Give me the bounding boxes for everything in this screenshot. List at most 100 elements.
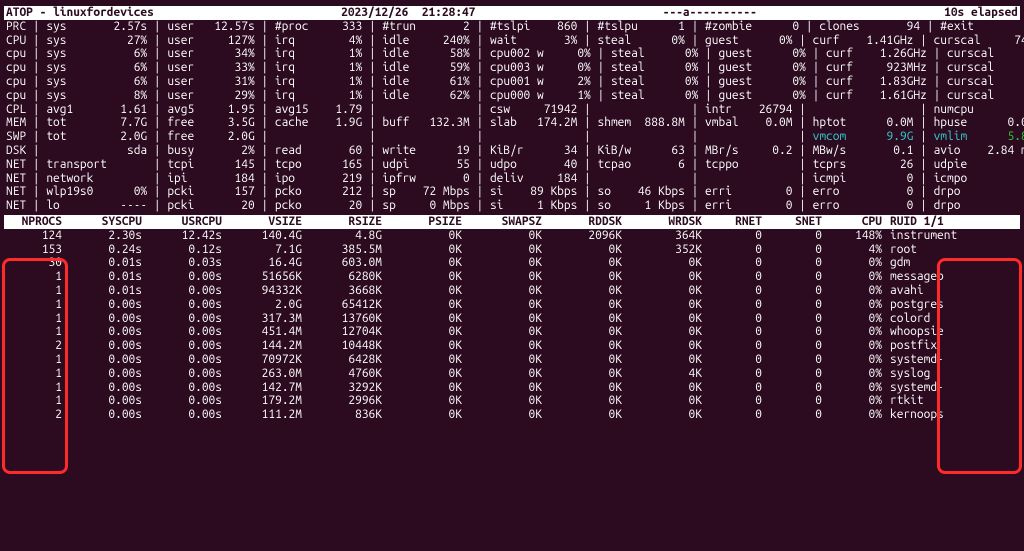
cell: 0% xyxy=(822,284,882,298)
process-table-body: 1242.30s12.42s140.4G4.8G0K0K2096K364K001… xyxy=(4,229,1020,422)
cell: 0.00s xyxy=(62,312,142,326)
cell: postgres xyxy=(882,298,972,312)
column-header[interactable]: PSIZE xyxy=(382,215,462,229)
row-tag: DSK | xyxy=(6,144,46,158)
metric-value: 8% xyxy=(107,89,147,103)
column-header[interactable]: CPU xyxy=(822,215,882,229)
metric-label: KiB/r xyxy=(490,144,530,158)
column-header[interactable]: WRDSK xyxy=(622,215,702,229)
column-header[interactable]: SWAPSZ xyxy=(462,215,542,229)
process-row[interactable]: 20.00s0.00s111.2M836K0K0K0K0K000%kernoop… xyxy=(8,408,1016,422)
process-row[interactable]: 1530.24s0.12s7.1G385.5M0K0K0K352K004%roo… xyxy=(8,243,1016,257)
cell: 0K xyxy=(462,339,542,353)
cell: 0 xyxy=(762,243,822,257)
cell: 0K xyxy=(542,381,622,395)
metric-label: user xyxy=(167,34,207,48)
process-row[interactable]: 10.00s0.00s70972K6428K0K0K0K0K000%system… xyxy=(8,353,1016,367)
process-row[interactable]: 10.00s0.00s179.2M2996K0K0K0K0K000%rtkit xyxy=(8,394,1016,408)
metric-label: erro xyxy=(813,199,860,213)
metric-label: steal xyxy=(598,34,638,48)
column-header[interactable]: USRCPU xyxy=(142,215,222,229)
metric-value: 0% xyxy=(759,75,806,89)
row-tag: NET | xyxy=(6,158,46,172)
metric-value: 24 xyxy=(987,20,1024,34)
metric-value: 923MHz xyxy=(873,61,927,75)
metric-label: idle xyxy=(382,75,422,89)
process-row[interactable]: 10.00s0.00s263.0M4760K0K0K0K4K000%syslog xyxy=(8,367,1016,381)
column-header[interactable]: SYSCPU xyxy=(62,215,142,229)
metric-value: 212 xyxy=(315,185,362,199)
cell: 0K xyxy=(622,339,702,353)
column-header[interactable]: RSIZE xyxy=(302,215,382,229)
metric-value: 0 xyxy=(745,199,792,213)
metric-value: 20 xyxy=(208,199,255,213)
cell: 0K xyxy=(382,256,462,270)
row-tag: NET | xyxy=(6,172,46,186)
cell: 51656K xyxy=(222,270,302,284)
metric-label: curf xyxy=(826,75,873,89)
metric-value: 59% xyxy=(423,61,470,75)
metric-label: #trun xyxy=(382,20,422,34)
metric-label xyxy=(598,172,638,186)
process-row[interactable]: 10.01s0.00s94332K3668K0K0K0K0K000%avahi xyxy=(8,284,1016,298)
metric-value: 34% xyxy=(208,47,255,61)
metric-label: sys xyxy=(46,34,106,48)
metric-value: 20 xyxy=(315,199,362,213)
process-row[interactable]: 20.00s0.00s144.2M10448K0K0K0K0K000%postf… xyxy=(8,339,1016,353)
column-header[interactable]: VSIZE xyxy=(222,215,302,229)
cell: 451.4M xyxy=(222,325,302,339)
cell: 0 xyxy=(702,270,762,284)
column-header[interactable]: RUID 1/1 xyxy=(882,215,972,229)
metric-label: avio xyxy=(934,144,981,158)
metric-value: 174.2M xyxy=(530,116,577,130)
cell: 263.0M xyxy=(222,367,302,381)
cell: 0 xyxy=(762,381,822,395)
metric-label: steal xyxy=(611,61,651,75)
metric-label: cpu001 w xyxy=(490,75,544,89)
metric-value: 0 xyxy=(981,185,1024,199)
metric-label: #exit xyxy=(940,20,987,34)
process-row[interactable]: 10.00s0.00s451.4M12704K0K0K0K0K000%whoop… xyxy=(8,325,1016,339)
metric-value: 0% xyxy=(638,34,685,48)
cell: 6280K xyxy=(302,270,382,284)
metric-label: cpu002 w xyxy=(490,47,544,61)
column-header[interactable]: RNET xyxy=(702,215,762,229)
metric-label: tot xyxy=(46,130,106,144)
cell: 0K xyxy=(542,284,622,298)
metric-label: transport xyxy=(46,158,106,172)
metric-label: idle xyxy=(382,89,422,103)
process-row[interactable]: 1242.30s12.42s140.4G4.8G0K0K2096K364K001… xyxy=(8,229,1016,243)
cell: 70972K xyxy=(222,353,302,367)
process-row[interactable]: 300.01s0.03s16.4G603.0M0K0K0K0K000%gdm xyxy=(8,256,1016,270)
process-row[interactable]: 10.00s0.00s2.0G65412K0K0K0K0K000%postgre… xyxy=(8,298,1016,312)
process-row[interactable]: 10.00s0.00s317.3M13760K0K0K0K0K000%color… xyxy=(8,312,1016,326)
column-header[interactable]: RDDSK xyxy=(542,215,622,229)
datetime: 2023/12/26 21:28:47 xyxy=(341,6,475,20)
metric-value: 1.61 xyxy=(107,103,147,117)
metric-label: hpuse xyxy=(934,116,981,130)
cell: 3668K xyxy=(302,284,382,298)
cell: 0 xyxy=(762,408,822,422)
metric-label: irq xyxy=(275,34,315,48)
metric-value: 1 Kbps xyxy=(530,199,577,213)
process-row[interactable]: 10.01s0.00s51656K6280K0K0K0K0K000%messag… xyxy=(8,270,1016,284)
cell: 0.00s xyxy=(62,408,142,422)
cell: 179.2M xyxy=(222,394,302,408)
metric-value: ---- xyxy=(107,199,147,213)
cell: 0K xyxy=(622,325,702,339)
cell: whoopsie xyxy=(882,325,972,339)
metric-value: 2.0G xyxy=(208,130,255,144)
metric-value: 63 xyxy=(638,144,685,158)
column-header[interactable]: NPROCS xyxy=(8,215,62,229)
column-header[interactable]: SNET xyxy=(762,215,822,229)
cell: 836K xyxy=(302,408,382,422)
cell: avahi xyxy=(882,284,972,298)
cell: 0.00s xyxy=(142,353,222,367)
cell: 0.00s xyxy=(142,394,222,408)
cell: 65412K xyxy=(302,298,382,312)
metric-value: 1 xyxy=(638,20,685,34)
cell: 0 xyxy=(702,367,762,381)
cell: 352K xyxy=(622,243,702,257)
metric-value: 74% xyxy=(981,34,1024,48)
process-row[interactable]: 10.00s0.00s142.7M3292K0K0K0K0K000%system… xyxy=(8,381,1016,395)
